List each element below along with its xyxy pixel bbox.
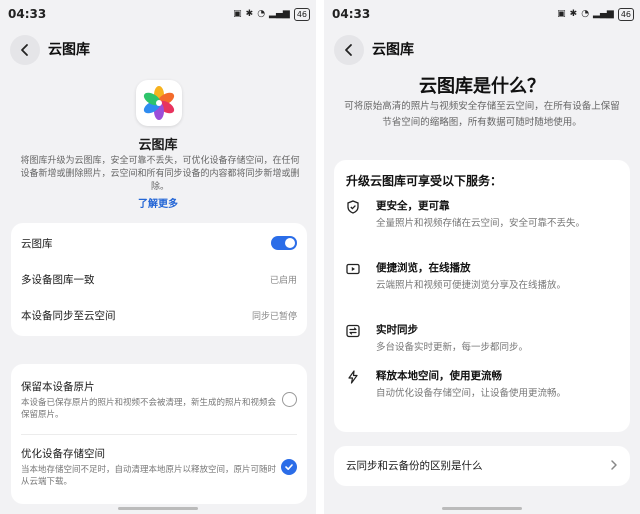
app-name: 云图库 [138,138,178,153]
wifi-icon: ◔ [257,9,266,19]
page-title: 云图库 [48,42,90,58]
optimize-storage-radio[interactable] [281,459,297,475]
feature-title: 更安全，更可靠 [376,200,450,212]
chevron-left-icon [345,44,352,56]
multi-device-consistency-row[interactable]: 多设备图库一致 已启用 [21,261,297,297]
battery-icon: 46 [617,8,634,21]
services-card: 升级云图库可享受以下服务： 更安全，更可靠 全量照片和视频存储在云空间，安全可靠… [334,160,630,432]
faq-label: 云同步和云备份的区别是什么 [346,460,483,472]
option-description: 本设备已保存原片的照片和视频不会被清理，新生成的照片和视频会保留原片。 [21,398,277,420]
info-heading: 云图库是什么？ [419,76,545,97]
nfc-icon: ▣ [233,9,242,19]
status-bar: 04:33 ▣ ✱ ◔ ▂▄▆ 46 [324,0,640,30]
chevron-right-icon [611,460,617,470]
battery-icon: 46 [293,8,310,21]
status-time: 04:33 [8,7,47,21]
cloud-gallery-settings-screen: 04:33 ▣ ✱ ◔ ▂▄▆ 46 云图库 云图库 将图库升级为云图库，安全可… [0,0,316,514]
feature-description: 云端照片和视频可便捷浏览分享及在线播放。 [376,280,567,291]
home-indicator[interactable] [118,507,198,510]
shield-icon [346,199,360,214]
nfc-icon: ▣ [557,9,566,19]
row-label: 本设备同步至云空间 [21,309,116,322]
home-indicator[interactable] [442,507,522,510]
status-bar: 04:33 ▣ ✱ ◔ ▂▄▆ 46 [0,0,316,30]
page-title: 云图库 [372,42,414,58]
keep-originals-radio[interactable] [282,392,297,407]
bluetooth-icon: ✱ [569,9,578,19]
check-icon [285,464,293,470]
row-label: 云图库 [21,237,53,250]
app-description: 将图库升级为云图库，安全可靠不丢失，可优化设备存储空间，在任何设备新增或删除照片… [20,156,300,192]
status-icons: ▣ ✱ ◔ ▂▄▆ 46 [557,8,634,21]
feature-title: 释放本地空间，使用更流畅 [376,370,502,382]
cloud-gallery-info-screen: 04:33 ▣ ✱ ◔ ▂▄▆ 46 云图库 云图库是什么？ 可将原始高清的照片… [324,0,640,514]
gallery-app-icon [136,80,182,126]
wifi-icon: ◔ [581,9,590,19]
feature-item: 实时同步 多台设备实时更新，每一步都同步。 [346,322,618,355]
option-description: 当本地存储空间不足时，自动清理本地原片以释放空间，原片可随时从云端下载。 [21,465,277,487]
bluetooth-icon: ✱ [245,9,254,19]
feature-description: 全量照片和视频存储在云空间，安全可靠不丢失。 [376,218,586,229]
learn-more-link[interactable]: 了解更多 [0,195,316,210]
signal-icon: ▂▄▆ [593,9,614,19]
feature-description: 自动优化设备存储空间，让设备使用更流畅。 [376,388,567,399]
option-title: 优化设备存储空间 [21,448,105,460]
sync-icon [346,323,360,338]
chevron-left-icon [21,44,28,56]
services-title: 升级云图库可享受以下服务： [346,174,503,188]
info-description: 可将原始高清的照片与视频安全存储至云空间，在所有设备上保留节省空间的缩略图，所有… [344,101,620,128]
faq-sync-vs-backup-row[interactable]: 云同步和云备份的区别是什么 [334,446,630,486]
row-value: 同步已暂停 [251,311,297,322]
back-button[interactable] [10,35,40,65]
back-button[interactable] [334,35,364,65]
status-icons: ▣ ✱ ◔ ▂▄▆ 46 [233,8,310,21]
gallery-flower-icon [143,86,175,120]
signal-icon: ▂▄▆ [269,9,290,19]
feature-description: 多台设备实时更新，每一步都同步。 [376,342,529,353]
feature-title: 便捷浏览，在线播放 [376,262,471,274]
keep-originals-option[interactable]: 保留本设备原片 本设备已保存原片的照片和视频不会被清理，新生成的照片和视频会保留… [21,379,297,421]
divider [21,434,297,435]
option-title: 保留本设备原片 [21,381,95,393]
row-label: 多设备图库一致 [21,273,95,286]
optimize-storage-option[interactable]: 优化设备存储空间 当本地存储空间不足时，自动清理本地原片以释放空间，原片可随时从… [21,446,297,488]
cloud-settings-card: 云图库 多设备图库一致 已启用 本设备同步至云空间 同步已暂停 [11,223,307,336]
cloud-gallery-toggle[interactable] [271,236,297,250]
feature-item: 释放本地空间，使用更流畅 自动优化设备存储空间，让设备使用更流畅。 [346,368,618,401]
status-time: 04:33 [332,7,371,21]
bolt-icon [346,369,360,384]
feature-item: 便捷浏览，在线播放 云端照片和视频可便捷浏览分享及在线播放。 [346,260,618,293]
play-icon [346,261,360,275]
storage-options-card: 保留本设备原片 本设备已保存原片的照片和视频不会被清理，新生成的照片和视频会保留… [11,364,307,504]
feature-item: 更安全，更可靠 全量照片和视频存储在云空间，安全可靠不丢失。 [346,198,618,231]
cloud-gallery-row[interactable]: 云图库 [21,225,297,261]
feature-title: 实时同步 [376,324,418,336]
sync-to-cloud-row[interactable]: 本设备同步至云空间 同步已暂停 [21,297,297,333]
row-value: 已启用 [269,275,297,286]
